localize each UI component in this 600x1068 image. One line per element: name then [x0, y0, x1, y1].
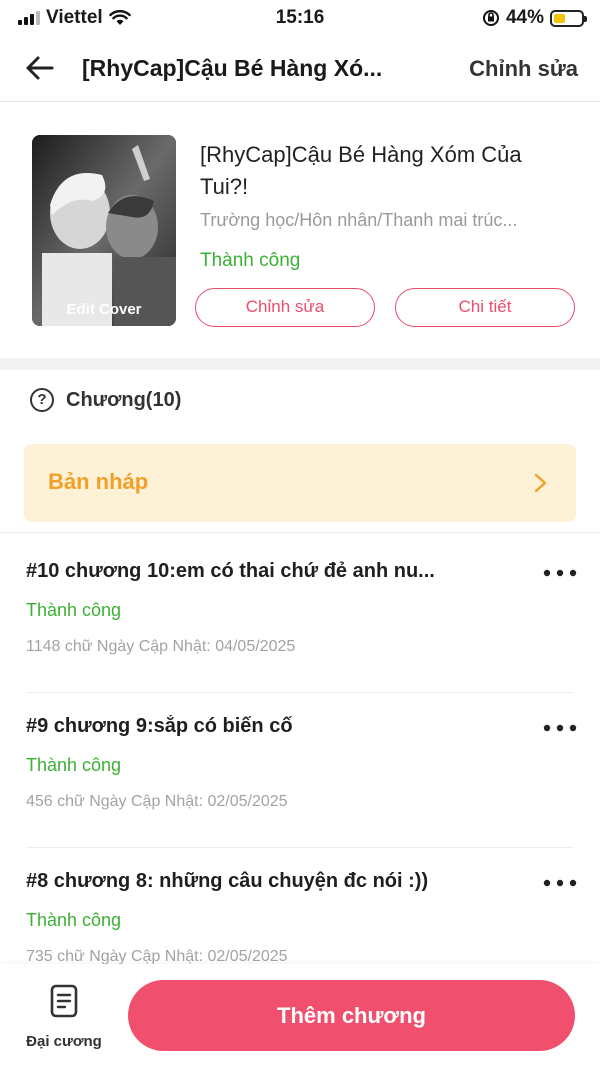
- edit-button[interactable]: Chỉnh sửa: [195, 288, 375, 327]
- chevron-right-icon: [534, 473, 547, 493]
- section-divider: [0, 358, 600, 370]
- draft-row[interactable]: Bản nháp: [24, 444, 576, 522]
- add-chapter-button[interactable]: Thêm chương: [128, 980, 575, 1051]
- orientation-lock-icon: [482, 10, 499, 26]
- divider: [26, 692, 574, 693]
- chapter-title: #8 chương 8: những câu chuyện đc nói :)): [26, 870, 429, 892]
- chapter-status: Thành công: [26, 910, 122, 930]
- book-genres: Trường học/Hôn nhân/Thanh mai trúc...: [200, 210, 518, 230]
- book-header: Edit Cover [RhyCap]Cậu Bé Hàng Xóm Của T…: [0, 103, 600, 358]
- chapter-title: #10 chương 10:em có thai chứ đẻ anh nu..…: [26, 560, 435, 582]
- edit-cover-label[interactable]: Edit Cover: [32, 301, 176, 318]
- chapter-title: #9 chương 9:sắp có biến cố: [26, 715, 293, 737]
- status-right: 44%: [482, 7, 587, 29]
- edit-story-link[interactable]: Chỉnh sửa: [469, 56, 578, 82]
- page-title: [RhyCap]Cậu Bé Hàng Xó...: [82, 55, 383, 81]
- chapters-header: ? Chương(10): [30, 388, 181, 412]
- outline-button[interactable]: Đại cương: [22, 984, 106, 1054]
- chapter-row[interactable]: #9 chương 9:sắp có biến cố Thành công 456 …: [0, 715, 600, 870]
- chapter-meta: 1148 chữ Ngày Cập Nhật: 04/05/2025: [26, 638, 296, 655]
- chapter-row[interactable]: #10 chương 10:em có thai chứ đẻ anh nu..…: [0, 560, 600, 715]
- chapter-count: Chương(10): [66, 388, 182, 411]
- divider: [0, 532, 600, 533]
- arrow-left-icon[interactable]: [22, 50, 58, 86]
- book-status: Thành công: [200, 250, 301, 271]
- divider: [26, 847, 574, 848]
- draft-label: Bản nháp: [48, 469, 149, 494]
- outline-label: Đại cương: [26, 1033, 102, 1050]
- bottom-bar: Đại cương Thêm chương: [0, 964, 600, 1068]
- chapter-status: Thành công: [26, 600, 122, 620]
- nav-bar: [RhyCap]Cậu Bé Hàng Xó... Chỉnh sửa: [0, 36, 600, 102]
- more-options-icon[interactable]: [542, 721, 578, 735]
- status-bar: Viettel 15:16 44%: [0, 0, 600, 36]
- book-cover[interactable]: Edit Cover: [32, 135, 176, 326]
- question-circle-icon[interactable]: ?: [30, 388, 54, 412]
- document-icon: [50, 984, 78, 1018]
- detail-button[interactable]: Chi tiết: [395, 288, 575, 327]
- chapter-status: Thành công: [26, 755, 122, 775]
- battery-icon: [550, 9, 587, 27]
- more-options-icon[interactable]: [542, 566, 578, 580]
- cover-image: [32, 135, 176, 326]
- book-title: [RhyCap]Cậu Bé Hàng Xóm Của Tui?!: [200, 142, 522, 199]
- battery-percent: 44%: [505, 7, 544, 28]
- more-options-icon[interactable]: [542, 876, 578, 890]
- chapter-meta: 456 chữ Ngày Cập Nhật: 02/05/2025: [26, 793, 288, 810]
